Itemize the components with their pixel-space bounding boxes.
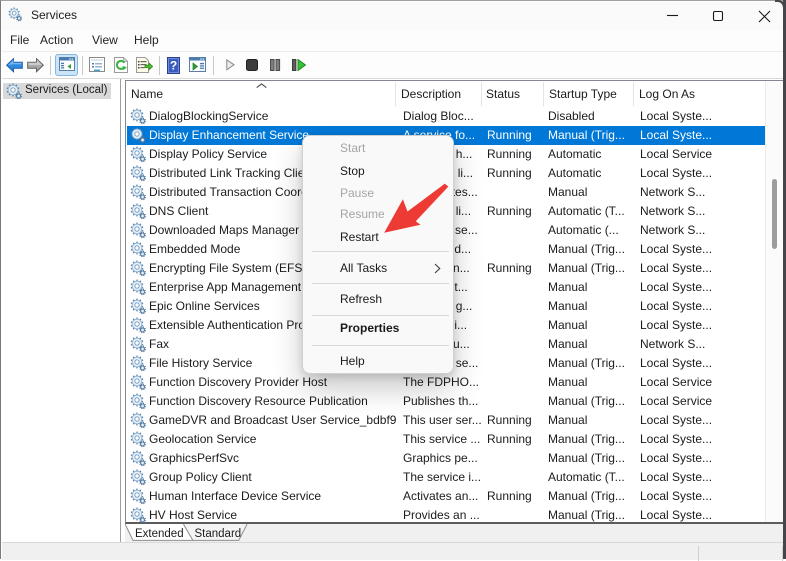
svg-text:?: ? [170,59,177,73]
svg-text:Extended: Extended [135,528,184,540]
svg-text:Standard: Standard [195,528,242,540]
